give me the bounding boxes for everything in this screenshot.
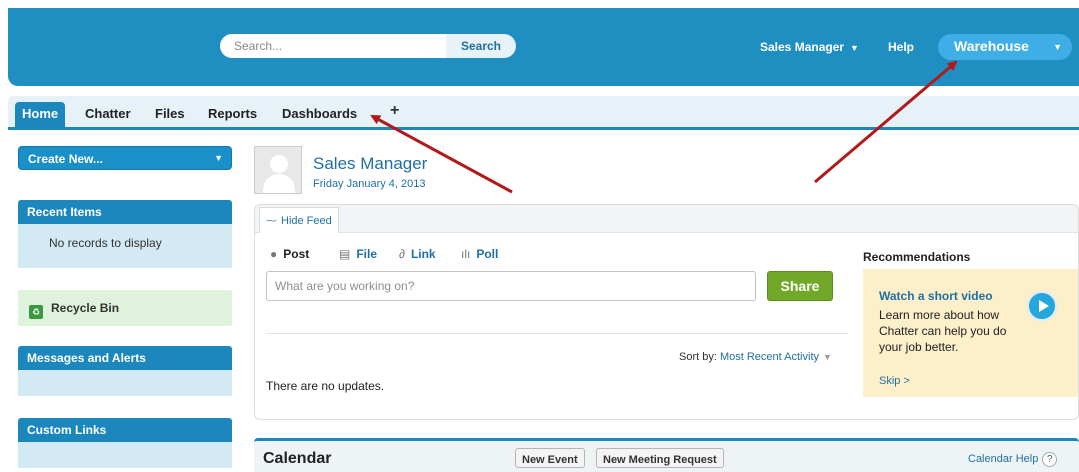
profile-date: Friday January 4, 2013 <box>313 178 426 190</box>
avatar-shoulders-shape <box>263 174 295 193</box>
chevron-down-icon: ▼ <box>214 153 223 163</box>
feed-sort[interactable]: Sort by: Most Recent Activity ▼ <box>679 351 832 363</box>
calendar-help-link[interactable]: Calendar Help? <box>968 452 1058 467</box>
file-icon: ▤ <box>339 247 351 261</box>
messages-alerts-header: Messages and Alerts <box>18 346 232 370</box>
publisher-file-label: File <box>356 247 378 261</box>
calendar-section: Calendar New Event New Meeting Request C… <box>254 438 1079 472</box>
calendar-title: Calendar <box>263 450 332 467</box>
sort-by-value: Most Recent Activity <box>719 351 820 363</box>
avatar-head-shape <box>270 155 288 173</box>
app-switcher-label: Warehouse <box>954 38 1029 54</box>
search-button[interactable]: Search <box>446 34 516 58</box>
custom-links-header: Custom Links <box>18 418 232 442</box>
add-tab-icon[interactable]: + <box>390 102 399 120</box>
chevron-down-icon: ▼ <box>823 352 832 362</box>
messages-alerts-body <box>18 370 232 396</box>
recommendations-card: Watch a short video Learn more about how… <box>863 269 1078 397</box>
chatter-feed-panel: ⁓ Hide Feed ● Post ▤ File ∂ Link ılı Poll Sha… <box>254 204 1079 420</box>
recent-items-body: No records to display <box>18 224 232 268</box>
user-menu[interactable]: Sales Manager ▼ <box>760 40 859 54</box>
tab-chatter[interactable]: Chatter <box>85 102 131 127</box>
global-search: Search <box>220 34 516 58</box>
new-event-button[interactable]: New Event <box>515 448 585 468</box>
global-header: Search Sales Manager ▼ Help Warehouse ▼ <box>8 8 1079 86</box>
recommendations-title: Recommendations <box>863 250 971 264</box>
recent-items-empty-text: No records to display <box>49 236 162 250</box>
help-icon: ? <box>1042 452 1058 467</box>
hide-feed-label: Hide Feed <box>281 215 332 227</box>
no-updates-text: There are no updates. <box>266 379 385 393</box>
poll-icon: ılı <box>461 247 471 261</box>
play-icon[interactable] <box>1027 291 1057 321</box>
publisher-file-tab[interactable]: ▤ File <box>339 247 377 261</box>
calendar-help-label: Calendar Help <box>968 453 1039 465</box>
recent-items-header: Recent Items <box>18 200 232 224</box>
tab-reports[interactable]: Reports <box>208 102 257 127</box>
recommendation-text: Learn more about how Chatter can help yo… <box>879 308 1007 354</box>
post-input[interactable] <box>266 271 756 301</box>
recommendation-heading[interactable]: Watch a short video <box>879 289 993 303</box>
recycle-bin-label: Recycle Bin <box>51 301 120 315</box>
publisher-poll-label: Poll <box>476 247 499 261</box>
chevron-down-icon: ▼ <box>1053 42 1062 52</box>
link-icon: ∂ <box>399 247 405 261</box>
app-switcher-button[interactable]: Warehouse ▼ <box>938 34 1072 60</box>
feed-tab-bar: ⁓ Hide Feed <box>255 205 1078 233</box>
recycle-bin-link[interactable]: ♻ Recycle Bin <box>18 290 232 326</box>
profile-name[interactable]: Sales Manager <box>313 154 427 174</box>
new-meeting-request-button[interactable]: New Meeting Request <box>596 448 724 468</box>
create-new-label: Create New... <box>28 152 103 166</box>
search-input[interactable] <box>220 34 446 58</box>
publisher-poll-tab[interactable]: ılı Poll <box>461 247 498 261</box>
tab-dashboards[interactable]: Dashboards <box>282 102 357 127</box>
publisher-post-label: Post <box>283 247 310 261</box>
pulse-icon: ⁓ <box>266 215 277 227</box>
publisher-link-label: Link <box>410 247 436 261</box>
feed-divider <box>266 333 848 334</box>
user-menu-label: Sales Manager <box>760 40 845 54</box>
chevron-down-icon: ▼ <box>850 43 859 53</box>
tab-bar: Home Chatter Files Reports Dashboards + <box>8 96 1079 130</box>
publisher-link-tab[interactable]: ∂ Link <box>399 247 436 261</box>
publisher-post-tab[interactable]: ● Post <box>270 247 309 261</box>
create-new-button[interactable]: Create New... ▼ <box>18 146 232 170</box>
speech-bubble-icon: ● <box>270 247 278 261</box>
hide-feed-button[interactable]: ⁓ Hide Feed <box>259 207 339 233</box>
share-button[interactable]: Share <box>767 271 833 301</box>
tab-files[interactable]: Files <box>155 102 185 127</box>
custom-links-body <box>18 442 232 468</box>
skip-link[interactable]: Skip > <box>879 375 910 387</box>
sort-by-label: Sort by: <box>679 351 717 363</box>
tab-home[interactable]: Home <box>15 102 66 127</box>
avatar[interactable] <box>254 146 302 194</box>
trash-icon: ♻ <box>29 305 43 319</box>
help-link[interactable]: Help <box>888 40 914 54</box>
